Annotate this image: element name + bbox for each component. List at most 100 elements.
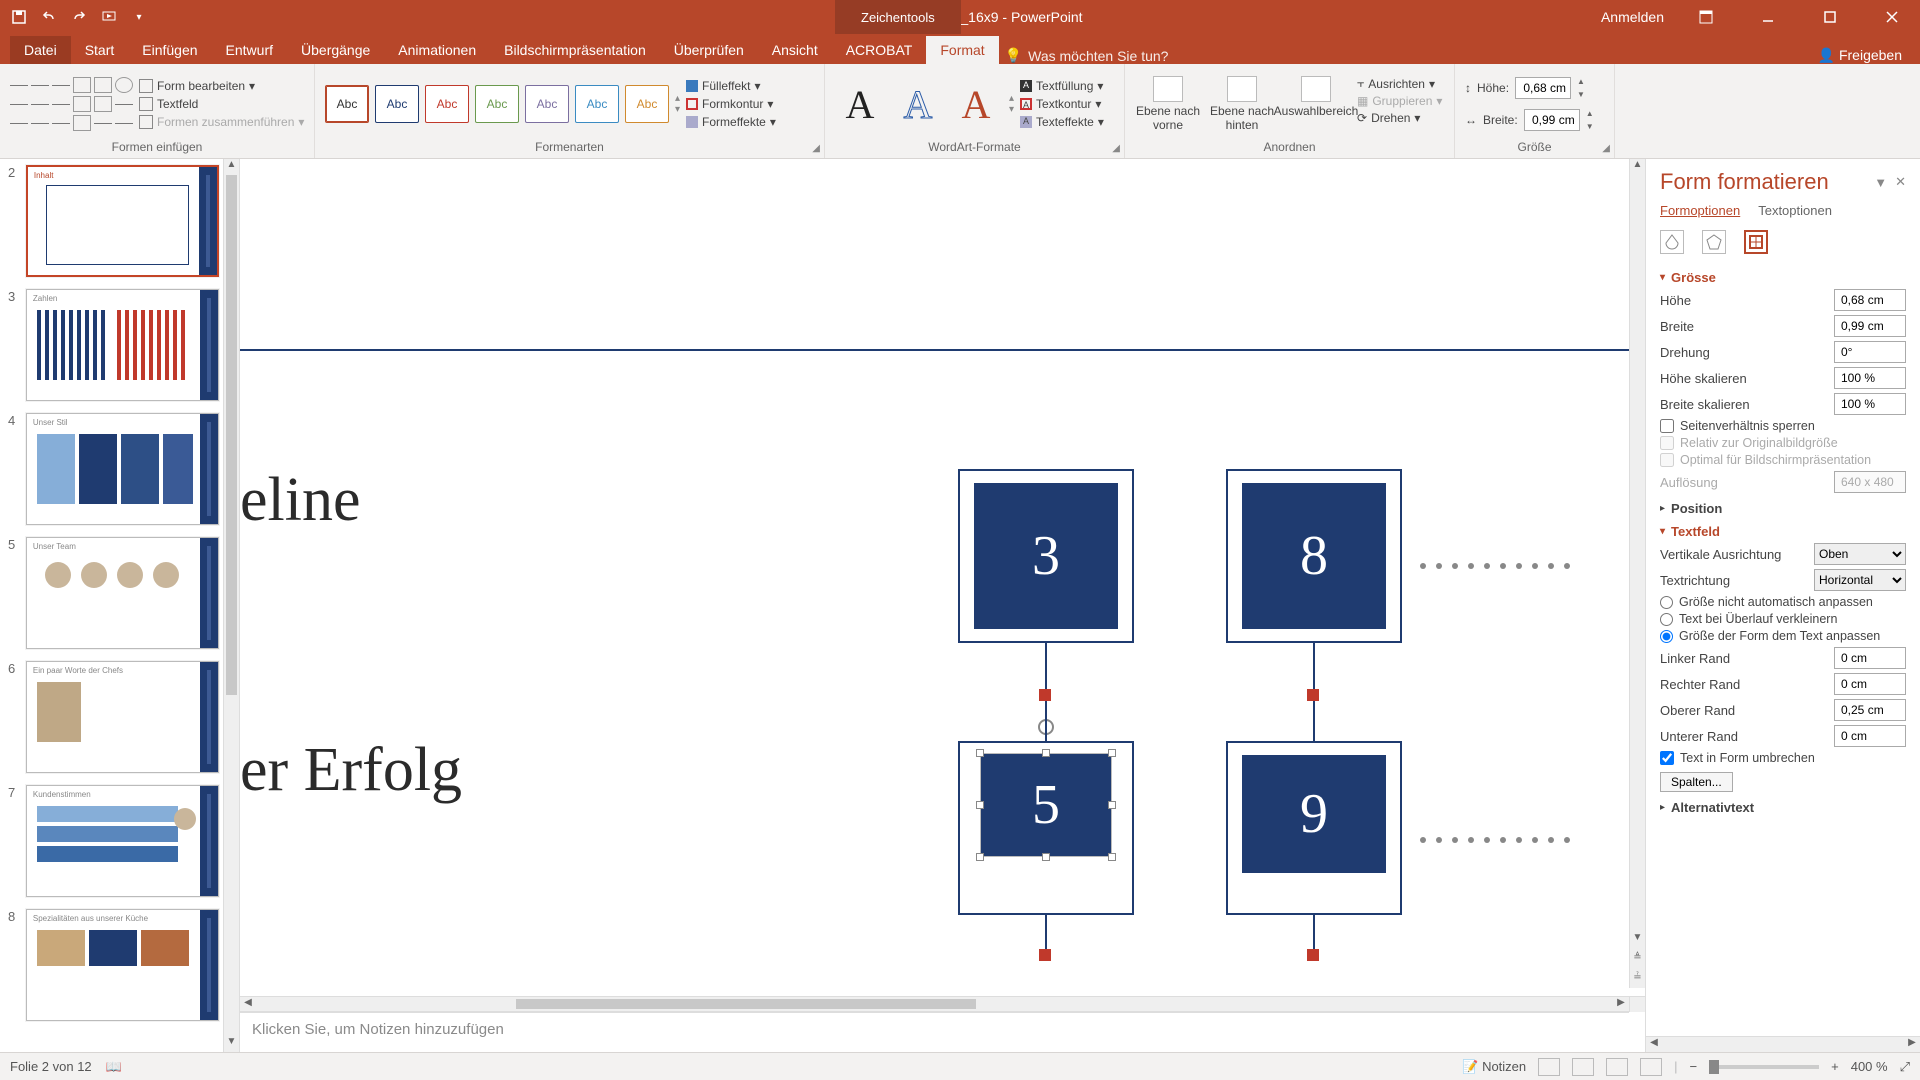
radio-auto-shrink[interactable]: Text bei Überlauf verkleinern xyxy=(1660,612,1906,626)
connector-handle[interactable] xyxy=(1039,949,1051,961)
notes-toggle[interactable]: 📝 Notizen xyxy=(1462,1059,1526,1075)
radio-auto-none[interactable]: Größe nicht automatisch anpassen xyxy=(1660,595,1906,609)
save-icon[interactable] xyxy=(10,8,28,26)
merge-shapes-button[interactable]: Formen zusammenführen ▾ xyxy=(139,115,304,129)
fill-line-icon[interactable] xyxy=(1660,230,1684,254)
style-item[interactable]: Abc xyxy=(575,85,619,123)
zoom-level[interactable]: 400 % xyxy=(1851,1059,1888,1074)
pane-dropdown-icon[interactable]: ▼ xyxy=(1874,175,1887,190)
wordart-gallery[interactable]: A A A ▴▾ xyxy=(835,77,1014,131)
wordart-item[interactable]: A xyxy=(835,77,885,131)
group-button[interactable]: ▦Gruppieren ▾ xyxy=(1357,94,1442,108)
scroll-right-icon[interactable]: ▶ xyxy=(1904,1037,1920,1053)
tab-review[interactable]: Überprüfen xyxy=(660,36,758,64)
zoom-slider[interactable] xyxy=(1709,1065,1819,1069)
style-item[interactable]: Abc xyxy=(625,85,669,123)
thumbs-scrollbar[interactable]: ▲ ▼ xyxy=(223,159,239,1052)
input-width[interactable] xyxy=(1834,315,1906,337)
shape-fill-button[interactable]: Fülleffekt ▾ xyxy=(686,79,776,93)
slide-thumb-8[interactable]: Spezialitäten aus unserer Küche xyxy=(26,909,219,1021)
tab-animations[interactable]: Animationen xyxy=(384,36,490,64)
next-slide-icon[interactable]: ≟ xyxy=(1630,972,1645,988)
section-size[interactable]: ▾Grösse xyxy=(1660,270,1906,285)
maximize-icon[interactable] xyxy=(1810,0,1850,34)
align-button[interactable]: ⫟Ausrichten ▾ xyxy=(1357,76,1442,91)
size-properties-icon[interactable] xyxy=(1744,230,1768,254)
shape-effects-button[interactable]: Formeffekte ▾ xyxy=(686,115,776,129)
pane-tab-text[interactable]: Textoptionen xyxy=(1758,203,1832,218)
pane-hscroll[interactable]: ◀ ▶ xyxy=(1646,1036,1920,1052)
box-8[interactable]: 8 xyxy=(1242,483,1386,629)
pane-tab-shape[interactable]: Formoptionen xyxy=(1660,203,1740,218)
text-effects-button[interactable]: ATexteffekte ▾ xyxy=(1020,115,1104,129)
shapes-gallery[interactable] xyxy=(10,77,133,131)
slideshow-view-icon[interactable] xyxy=(1640,1058,1662,1076)
tab-insert[interactable]: Einfügen xyxy=(128,36,211,64)
radio-auto-fit[interactable]: Größe der Form dem Text anpassen xyxy=(1660,629,1906,643)
shape-styles-gallery[interactable]: Abc Abc Abc Abc Abc Abc Abc ▴▾ xyxy=(325,85,680,123)
tab-file[interactable]: Datei xyxy=(10,36,71,64)
select-valign[interactable]: Oben xyxy=(1814,543,1906,565)
box-3[interactable]: 3 xyxy=(974,483,1118,629)
normal-view-icon[interactable] xyxy=(1538,1058,1560,1076)
pane-close-icon[interactable]: ✕ xyxy=(1895,174,1906,190)
redo-icon[interactable] xyxy=(70,8,88,26)
input-margin-b[interactable] xyxy=(1834,725,1906,747)
slide-thumb-7[interactable]: Kundenstimmen xyxy=(26,785,219,897)
scroll-up-icon[interactable]: ▲ xyxy=(1630,159,1645,175)
text-fill-button[interactable]: ATextfüllung ▾ xyxy=(1020,79,1104,93)
wordart-item[interactable]: A xyxy=(951,77,1001,131)
check-lock-aspect[interactable]: Seitenverhältnis sperren xyxy=(1660,419,1906,433)
hscroll-handle[interactable] xyxy=(516,999,976,1009)
width-input[interactable] xyxy=(1524,109,1580,131)
spellcheck-icon[interactable]: 📖 xyxy=(106,1059,122,1075)
select-dir[interactable]: Horizontal xyxy=(1814,569,1906,591)
height-input[interactable] xyxy=(1515,77,1571,99)
tab-transitions[interactable]: Übergänge xyxy=(287,36,384,64)
slide-thumb-6[interactable]: Ein paar Worte der Chefs xyxy=(26,661,219,773)
width-field[interactable]: ↔Breite:▲▼ xyxy=(1465,109,1594,131)
check-wrap[interactable]: Text in Form umbrechen xyxy=(1660,751,1906,765)
slide-thumb-5[interactable]: Unser Team xyxy=(26,537,219,649)
ribbon-display-icon[interactable] xyxy=(1686,0,1726,34)
send-backward-button[interactable]: Ebene nach hinten xyxy=(1209,76,1275,132)
scroll-handle[interactable] xyxy=(226,175,237,695)
style-item[interactable]: Abc xyxy=(525,85,569,123)
tab-slideshow[interactable]: Bildschirmpräsentation xyxy=(490,36,660,64)
box-9[interactable]: 9 xyxy=(1242,755,1386,873)
input-scale-w[interactable] xyxy=(1834,393,1906,415)
scroll-left-icon[interactable]: ◀ xyxy=(1646,1037,1662,1053)
scroll-down-icon[interactable]: ▼ xyxy=(224,1036,239,1052)
input-margin-t[interactable] xyxy=(1834,699,1906,721)
zoom-in-icon[interactable]: + xyxy=(1831,1059,1839,1074)
fit-to-window-icon[interactable]: ⤢ xyxy=(1900,1059,1910,1075)
tab-design[interactable]: Entwurf xyxy=(212,36,287,64)
zoom-out-icon[interactable]: − xyxy=(1690,1059,1698,1074)
dialog-launcher-icon[interactable]: ◢ xyxy=(1112,143,1120,154)
scroll-right-icon[interactable]: ▶ xyxy=(1613,997,1629,1013)
slide-thumb-4[interactable]: Unser Stil xyxy=(26,413,219,525)
sorter-view-icon[interactable] xyxy=(1572,1058,1594,1076)
tab-acrobat[interactable]: ACROBAT xyxy=(832,36,927,64)
height-field[interactable]: ↕Höhe:▲▼ xyxy=(1465,77,1594,99)
editor-hscroll[interactable]: ◀ ▶ xyxy=(240,996,1629,1012)
style-item[interactable]: Abc xyxy=(475,85,519,123)
style-item[interactable]: Abc xyxy=(375,85,419,123)
columns-button[interactable]: Spalten... xyxy=(1660,772,1733,792)
selection-pane-button[interactable]: Auswahlbereich xyxy=(1283,76,1349,118)
scroll-down-icon[interactable]: ▼ xyxy=(1630,932,1645,948)
edit-shape-button[interactable]: Form bearbeiten ▾ xyxy=(139,79,304,93)
reading-view-icon[interactable] xyxy=(1606,1058,1628,1076)
close-icon[interactable] xyxy=(1872,0,1912,34)
connector-handle[interactable] xyxy=(1307,689,1319,701)
style-item[interactable]: Abc xyxy=(425,85,469,123)
effects-icon[interactable] xyxy=(1702,230,1726,254)
prev-slide-icon[interactable]: ≜ xyxy=(1630,952,1645,968)
connector-handle[interactable] xyxy=(1039,689,1051,701)
tab-format[interactable]: Format xyxy=(926,36,998,64)
undo-icon[interactable] xyxy=(40,8,58,26)
bring-forward-button[interactable]: Ebene nach vorne xyxy=(1135,76,1201,132)
section-textbox[interactable]: ▾Textfeld xyxy=(1660,524,1906,539)
scroll-up-icon[interactable]: ▲ xyxy=(224,159,239,175)
scroll-left-icon[interactable]: ◀ xyxy=(240,997,256,1013)
